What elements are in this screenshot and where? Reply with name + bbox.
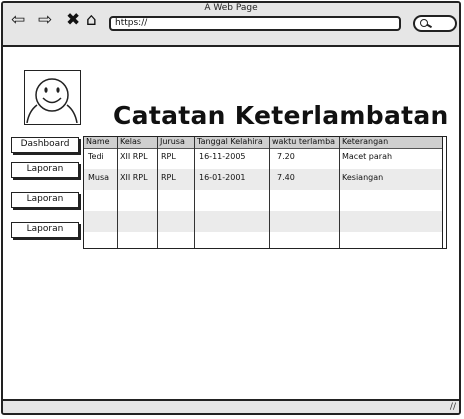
column-header[interactable]: Kelas xyxy=(118,137,158,147)
table-cell: 7.40 xyxy=(277,173,295,182)
table-cell: Tedi xyxy=(88,152,104,161)
table-cell: 7.20 xyxy=(277,152,295,161)
sidebar-item-laporan[interactable]: Laporan xyxy=(11,162,79,178)
sidebar-item-laporan[interactable]: Laporan xyxy=(11,222,79,238)
sidebar-item-dashboard[interactable]: Dashboard xyxy=(11,137,79,153)
table-row[interactable] xyxy=(84,211,443,232)
column-header[interactable]: Keterangan xyxy=(340,137,442,147)
resize-grip-icon[interactable]: // xyxy=(450,402,456,412)
table-cell: 16-01-2001 xyxy=(199,173,246,182)
column-header[interactable]: Jurusa xyxy=(158,137,195,147)
table-row[interactable]: Tedi XII RPL RPL 16-11-2005 7.20 Macet p… xyxy=(84,148,443,169)
column-divider xyxy=(269,137,270,248)
column-header[interactable]: Tanggal Kelahira xyxy=(195,137,270,147)
column-divider xyxy=(157,137,158,248)
table-cell: Macet parah xyxy=(342,152,393,161)
table-cell: Kesiangan xyxy=(342,173,384,182)
search-button[interactable] xyxy=(413,15,457,32)
lateness-table: Name Kelas Jurusa Tanggal Kelahira waktu… xyxy=(83,136,447,249)
home-icon[interactable]: ⌂ xyxy=(86,12,97,29)
search-icon xyxy=(420,19,428,27)
user-avatar-icon xyxy=(24,70,81,125)
forward-arrow-icon[interactable]: ⇨ xyxy=(38,12,52,29)
address-bar[interactable]: https:// xyxy=(109,16,401,31)
close-icon[interactable]: ✖ xyxy=(66,12,80,29)
browser-window: A Web Page ⇦ ⇨ ✖ ⌂ https:// Catatan Kete… xyxy=(1,1,461,415)
column-header[interactable]: waktu terlamba xyxy=(270,137,340,147)
column-divider xyxy=(117,137,118,248)
column-divider xyxy=(339,137,340,248)
table-cell: XII RPL xyxy=(120,152,148,161)
table-cell: 16-11-2005 xyxy=(199,152,246,161)
table-cell: Musa xyxy=(88,173,110,182)
back-arrow-icon[interactable]: ⇦ xyxy=(11,12,25,29)
table-row[interactable]: Musa XII RPL RPL 16-01-2001 7.40 Kesiang… xyxy=(84,169,443,190)
browser-toolbar: A Web Page ⇦ ⇨ ✖ ⌂ https:// xyxy=(3,3,459,47)
table-row[interactable] xyxy=(84,190,443,211)
table-scrollbar[interactable] xyxy=(442,137,446,248)
column-divider xyxy=(194,137,195,248)
sidebar-item-laporan[interactable]: Laporan xyxy=(11,192,79,208)
table-cell: RPL xyxy=(161,173,176,182)
table-row[interactable] xyxy=(84,232,443,248)
column-header[interactable]: Name xyxy=(84,137,118,147)
table-cell: XII RPL xyxy=(120,173,148,182)
status-bar: // xyxy=(3,399,459,413)
page-title: Catatan Keterlambatan xyxy=(113,101,449,130)
table-cell: RPL xyxy=(161,152,176,161)
